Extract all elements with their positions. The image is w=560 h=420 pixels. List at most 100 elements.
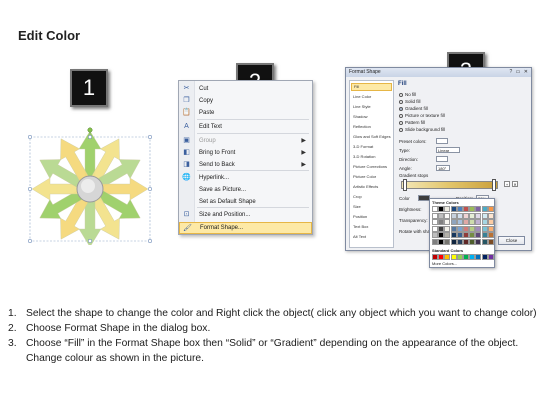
theme-color-swatch[interactable] — [450, 219, 457, 225]
theme-color-swatch[interactable] — [469, 225, 476, 232]
nav-item-line-color[interactable]: Line Color — [351, 93, 392, 101]
nav-item-alt-text[interactable]: Alt Text — [351, 233, 392, 241]
theme-color-swatch[interactable] — [432, 219, 438, 225]
radio-button-icon[interactable] — [399, 99, 403, 104]
nav-item-3-d-rotation[interactable]: 3-D Rotation — [351, 153, 392, 161]
menu-item-group[interactable]: ▣ Group ▶ — [179, 135, 312, 147]
theme-color-swatch[interactable] — [463, 206, 469, 212]
preset-colors-dropdown[interactable] — [436, 138, 448, 144]
theme-color-swatch[interactable] — [444, 225, 451, 232]
theme-color-swatch[interactable] — [438, 212, 445, 219]
menu-item-format-shape[interactable]: 🖌 Format Shape... — [179, 222, 312, 234]
theme-color-swatch[interactable] — [438, 219, 445, 225]
radio-button-icon[interactable] — [399, 120, 403, 125]
theme-color-swatch[interactable] — [438, 238, 445, 245]
standard-color-swatch[interactable] — [444, 254, 451, 260]
nav-item-reflection[interactable]: Reflection — [351, 123, 392, 131]
theme-color-swatch[interactable] — [444, 212, 451, 219]
theme-color-swatch[interactable] — [450, 212, 457, 219]
gradient-stops-bar[interactable] — [401, 181, 498, 189]
menu-item-bring-to-front[interactable]: ◧ Bring to Front ▶ — [179, 147, 312, 159]
menu-item-copy[interactable]: ❐ Copy — [179, 95, 312, 107]
radio-button-icon[interactable] — [399, 127, 403, 132]
theme-color-swatch[interactable] — [481, 212, 488, 219]
nav-item-picture-corrections[interactable]: Picture Corrections — [351, 163, 392, 171]
theme-color-swatch[interactable] — [469, 212, 476, 219]
theme-color-swatch[interactable] — [456, 238, 463, 245]
fill-option-picture-or-texture-fill[interactable]: Picture or texture fill — [399, 112, 445, 119]
theme-color-swatch[interactable] — [463, 225, 469, 232]
gradient-stop-handle[interactable] — [403, 179, 407, 191]
theme-color-swatch[interactable] — [469, 206, 476, 212]
menu-item-save-as-picture[interactable]: Save as Picture... — [179, 184, 312, 196]
nav-item-line-style[interactable]: Line Style — [351, 103, 392, 111]
direction-dropdown[interactable] — [436, 156, 448, 162]
fill-option-gradient-fill[interactable]: Gradient fill — [399, 105, 428, 112]
standard-color-swatch[interactable] — [475, 254, 482, 260]
theme-color-swatch[interactable] — [456, 212, 463, 219]
theme-color-swatch[interactable] — [487, 206, 494, 212]
theme-color-swatch[interactable] — [438, 232, 445, 238]
theme-color-swatch[interactable] — [469, 238, 476, 245]
menu-item-paste[interactable]: 📋 Paste — [179, 107, 312, 119]
standard-color-swatch[interactable] — [487, 254, 494, 260]
theme-color-swatch[interactable] — [432, 232, 438, 238]
theme-color-swatch[interactable] — [438, 225, 445, 232]
window-controls[interactable]: ? ▭ ✕ — [510, 69, 529, 76]
nav-item-artistic-effects[interactable]: Artistic Effects — [351, 183, 392, 191]
standard-color-swatch[interactable] — [432, 254, 438, 260]
theme-color-swatch[interactable] — [475, 212, 482, 219]
close-button[interactable]: Close — [498, 236, 525, 245]
theme-color-swatch[interactable] — [463, 238, 469, 245]
theme-color-swatch[interactable] — [463, 232, 469, 238]
standard-color-swatch[interactable] — [463, 254, 469, 260]
theme-color-swatch[interactable] — [444, 232, 451, 238]
theme-color-swatch[interactable] — [463, 212, 469, 219]
more-colors-link[interactable]: More Colors... — [432, 261, 457, 266]
theme-color-swatch[interactable] — [487, 238, 494, 245]
nav-item-position[interactable]: Position — [351, 213, 392, 221]
menu-item-edit-text[interactable]: A Edit Text — [179, 121, 312, 133]
fill-option-solid-fill[interactable]: Solid fill — [399, 98, 421, 105]
theme-color-swatch[interactable] — [456, 225, 463, 232]
standard-color-swatch[interactable] — [438, 254, 445, 260]
theme-color-swatch[interactable] — [487, 212, 494, 219]
fill-option-slide-background-fill[interactable]: Slide background fill — [399, 126, 445, 133]
theme-color-swatch[interactable] — [432, 212, 438, 219]
nav-item-glow-and-soft-edges[interactable]: Glow and Soft Edges — [351, 133, 392, 141]
theme-color-swatch[interactable] — [444, 206, 451, 212]
theme-color-swatch[interactable] — [444, 219, 451, 225]
theme-color-swatch[interactable] — [432, 206, 438, 212]
theme-color-swatch[interactable] — [456, 219, 463, 225]
nav-item-shadow[interactable]: Shadow — [351, 113, 392, 121]
theme-color-swatch[interactable] — [487, 232, 494, 238]
standard-color-swatch[interactable] — [481, 254, 488, 260]
nav-item-3-d-format[interactable]: 3-D Format — [351, 143, 392, 151]
remove-stop-icon[interactable]: ✕ — [512, 181, 518, 187]
theme-color-swatch[interactable] — [450, 238, 457, 245]
standard-color-swatch[interactable] — [450, 254, 457, 260]
theme-color-swatch[interactable] — [487, 225, 494, 232]
theme-color-swatch[interactable] — [444, 238, 451, 245]
nav-item-picture-color[interactable]: Picture Color — [351, 173, 392, 181]
theme-color-swatch[interactable] — [475, 238, 482, 245]
menu-item-cut[interactable]: ✂ Cut — [179, 83, 312, 95]
radio-button-icon[interactable] — [399, 92, 403, 97]
gradient-stop-handle[interactable] — [492, 179, 496, 191]
nav-item-text-box[interactable]: Text Box — [351, 223, 392, 231]
standard-color-swatch[interactable] — [456, 254, 463, 260]
type-dropdown[interactable]: Linear — [436, 147, 460, 153]
radio-button-icon[interactable] — [399, 113, 403, 118]
theme-color-swatch[interactable] — [463, 219, 469, 225]
theme-color-swatch[interactable] — [475, 206, 482, 212]
nav-item-fill[interactable]: Fill — [351, 83, 392, 91]
radial-arrows-shape[interactable] — [27, 125, 153, 248]
menu-item-size-and-position[interactable]: ⊡ Size and Position... — [179, 209, 312, 221]
theme-color-swatch[interactable] — [438, 206, 445, 212]
theme-color-swatch[interactable] — [475, 225, 482, 232]
standard-color-swatch[interactable] — [469, 254, 476, 260]
theme-color-swatch[interactable] — [481, 238, 488, 245]
selected-shape-panel[interactable] — [27, 125, 153, 248]
theme-color-swatch[interactable] — [475, 232, 482, 238]
theme-color-swatch[interactable] — [450, 225, 457, 232]
